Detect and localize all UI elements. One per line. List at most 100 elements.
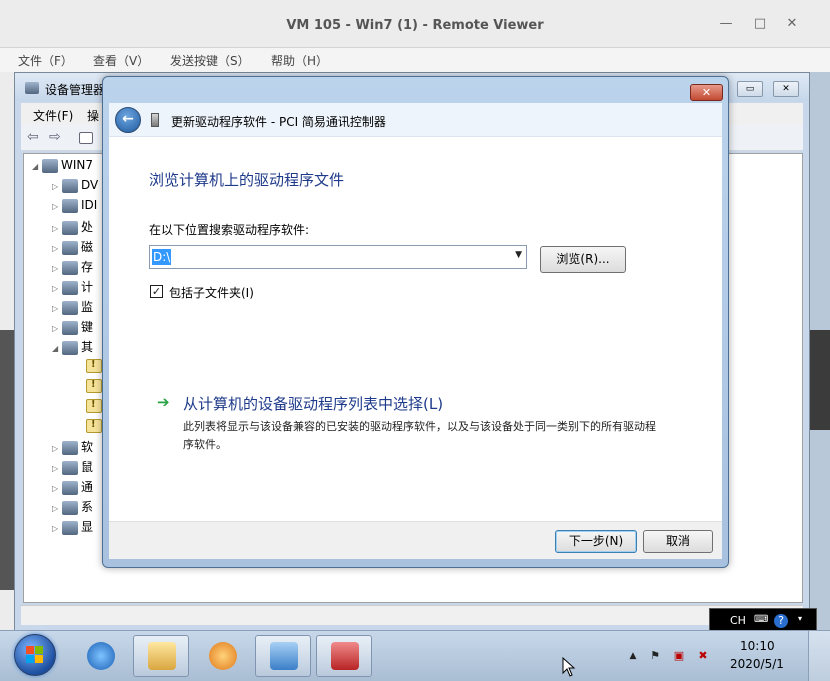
computer-icon (42, 158, 58, 173)
forward-arrow-icon[interactable]: ⇨ (49, 129, 61, 145)
tree-node-computer[interactable]: ▷ 计 (52, 278, 93, 295)
action-center-flag-icon[interactable]: ⚑ (648, 649, 662, 663)
chevron-down-icon[interactable]: ▼ (515, 250, 522, 260)
menu-help[interactable]: 帮助（H） (271, 52, 328, 69)
tree-node-usb[interactable]: ▷ 通 (52, 478, 93, 495)
page-heading: 浏览计算机上的驱动程序文件 (149, 171, 345, 189)
tree-node-storage[interactable]: ▷ 存 (52, 258, 93, 275)
help-icon[interactable]: ? (774, 614, 788, 628)
back-button[interactable]: ← (115, 107, 141, 133)
tree-node-ide[interactable]: ▷ IDI (52, 198, 97, 213)
device-manager-title: 设备管理器 (45, 83, 106, 97)
taskbar: ▲ ⚑ ▣ ✖ 10:10 2020/5/1 (0, 630, 830, 681)
tree-node-dvd[interactable]: ▷ DV (52, 178, 98, 193)
network-icon[interactable]: ▣ (672, 649, 686, 663)
dialog-body: 浏览计算机上的驱动程序文件 在以下位置搜索驱动程序软件: D:\ ▼ 浏览(R)… (109, 137, 722, 521)
device-manager-restore-button[interactable]: ▭ (737, 81, 763, 97)
tree-node-software[interactable]: ▷ 软 (52, 438, 93, 455)
menu-file[interactable]: 文件（F） (18, 52, 73, 69)
close-button[interactable]: ✕ (782, 14, 802, 34)
remote-viewer-title: VM 105 - Win7 (1) - Remote Viewer (286, 18, 544, 33)
guest-desktop: 设备管理器 ▭ ✕ 文件(F) 操 ⇦ ⇨ ◢ WIN7 ▷ DV ▷ IDI ▷ 处 … (0, 72, 830, 681)
taskbar-media-player[interactable] (194, 635, 250, 677)
unknown-device-icon (62, 340, 78, 355)
properties-icon[interactable] (79, 130, 96, 144)
start-button[interactable] (14, 634, 56, 676)
display-icon (62, 520, 78, 535)
tree-node-other[interactable]: ◢ 其 (52, 338, 93, 355)
background-window-edge-dark (0, 330, 14, 590)
next-button[interactable]: 下一步(N) (555, 530, 637, 553)
disk-icon (62, 240, 78, 255)
taskbar-control-panel[interactable] (255, 635, 311, 677)
warning-icon (86, 378, 102, 393)
language-indicator[interactable]: CH (730, 614, 746, 627)
clock-time[interactable]: 10:10 (740, 639, 775, 653)
internet-explorer-icon (87, 642, 115, 670)
minimize-button[interactable]: — (716, 14, 736, 34)
back-arrow-icon[interactable]: ⇦ (27, 129, 39, 145)
menu-view[interactable]: 查看（V） (93, 52, 149, 69)
show-desktop-button[interactable] (808, 631, 830, 681)
tree-root[interactable]: ◢ WIN7 (32, 158, 93, 173)
driver-path-combobox[interactable]: D:\ ▼ (149, 245, 527, 269)
folder-icon (148, 642, 176, 670)
volume-muted-icon[interactable]: ✖ (696, 649, 710, 663)
show-hidden-icons-icon[interactable]: ▲ (626, 649, 640, 663)
driver-path-value[interactable]: D:\ (152, 249, 172, 265)
taskbar-toolbox[interactable] (316, 635, 372, 677)
device-manager-statusbar (21, 605, 803, 625)
device-manager-close-button[interactable]: ✕ (773, 81, 799, 97)
tree-node-mouse[interactable]: ▷ 鼠 (52, 458, 93, 475)
dm-menu-file[interactable]: 文件(F) (33, 107, 73, 124)
search-location-label: 在以下位置搜索驱动程序软件: (149, 223, 310, 237)
storage-icon (62, 260, 78, 275)
computer-icon (62, 280, 78, 295)
warning-icon (86, 418, 102, 433)
pick-from-list-link[interactable]: 从计算机的设备驱动程序列表中选择(L) (183, 393, 443, 414)
include-subfolders-checkbox[interactable]: ✓ (150, 285, 163, 298)
tree-node-monitor[interactable]: ▷ 监 (52, 298, 93, 315)
system-icon (62, 500, 78, 515)
keyboard-icon[interactable]: ⌨ (754, 614, 768, 625)
include-subfolders-label[interactable]: 包括子文件夹(I) (169, 284, 254, 301)
clock-date[interactable]: 2020/5/1 (730, 657, 784, 671)
monitor-icon (62, 300, 78, 315)
processor-icon (62, 220, 78, 235)
ide-icon (62, 198, 78, 213)
remote-viewer-titlebar: VM 105 - Win7 (1) - Remote Viewer — □ ✕ (0, 0, 830, 48)
pick-from-list-description: 此列表将显示与该设备兼容的已安装的驱动程序软件，以及与该设备处于同一类别下的所有… (183, 420, 656, 451)
device-manager-icon (25, 80, 42, 94)
toolbox-icon (331, 642, 359, 670)
taskbar-explorer[interactable] (133, 635, 189, 677)
mouse-cursor-icon (562, 657, 576, 677)
green-arrow-icon: ➔ (157, 393, 170, 411)
tree-node-display[interactable]: ▷ 显 (52, 518, 93, 535)
cancel-button[interactable]: 取消 (643, 530, 713, 553)
taskbar-ie[interactable] (72, 635, 128, 677)
dialog-title: 更新驱动程序软件 - PCI 简易通讯控制器 (171, 115, 386, 129)
tree-node-disk[interactable]: ▷ 磁 (52, 238, 93, 255)
windows-logo-icon (26, 646, 44, 664)
maximize-button[interactable]: □ (750, 14, 770, 34)
mouse-icon (62, 460, 78, 475)
tree-node-system[interactable]: ▷ 系 (52, 498, 93, 515)
tree-node-processor[interactable]: ▷ 处 (52, 218, 93, 235)
keyboard-icon (62, 320, 78, 335)
browse-button[interactable]: 浏览(R)... (540, 246, 626, 273)
warning-icon (86, 398, 102, 413)
software-device-icon (62, 440, 78, 455)
tree-node-keyboard[interactable]: ▷ 键 (52, 318, 93, 335)
media-player-icon (209, 642, 237, 670)
update-driver-dialog: ✕ ← 更新驱动程序软件 - PCI 简易通讯控制器 浏览计算机上的驱动程序文件… (102, 76, 729, 568)
dvd-icon (62, 178, 78, 193)
language-bar-options-icon[interactable]: ▾ (798, 614, 802, 623)
dialog-close-button[interactable]: ✕ (690, 84, 723, 101)
dialog-footer: 下一步(N) 取消 (109, 521, 722, 559)
pci-device-icon (151, 113, 159, 127)
dm-menu-action[interactable]: 操 (87, 107, 99, 124)
background-window-edge-right (808, 330, 830, 430)
menu-send-keys[interactable]: 发送按键（S） (170, 52, 250, 69)
remote-viewer-menubar: 文件（F） 查看（V） 发送按键（S） 帮助（H） (0, 48, 830, 72)
device-manager-taskbar-icon (270, 642, 298, 670)
